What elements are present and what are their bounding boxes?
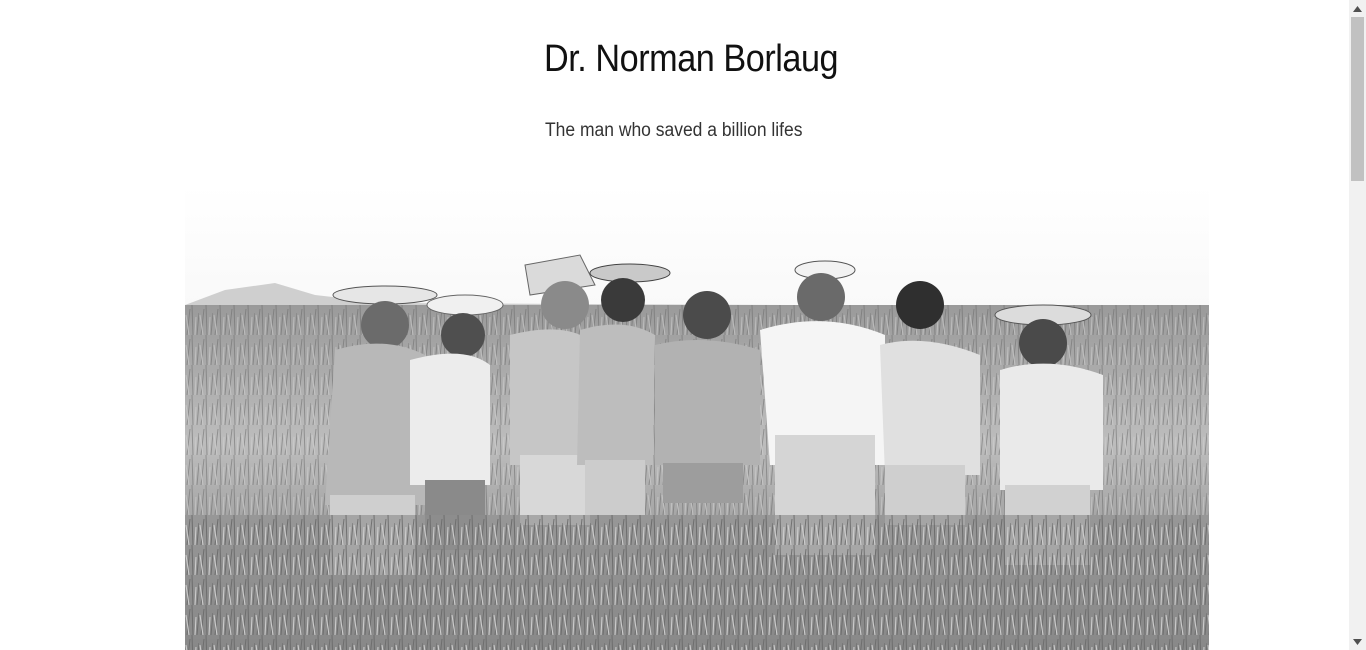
page: Dr. Norman Borlaug The man who saved a b…	[0, 0, 1349, 650]
scroll-up-button[interactable]	[1349, 0, 1366, 17]
scroll-down-button[interactable]	[1349, 633, 1366, 650]
arrow-down-icon	[1353, 638, 1362, 645]
hero-photo-illustration	[185, 185, 1209, 650]
vertical-scrollbar[interactable]	[1349, 0, 1366, 650]
page-title: Dr. Norman Borlaug	[544, 38, 839, 80]
scrollbar-thumb[interactable]	[1351, 17, 1364, 181]
page-subtitle: The man who saved a billion lifes	[545, 120, 803, 141]
hero-photo	[185, 185, 1209, 650]
arrow-up-icon	[1353, 5, 1362, 12]
